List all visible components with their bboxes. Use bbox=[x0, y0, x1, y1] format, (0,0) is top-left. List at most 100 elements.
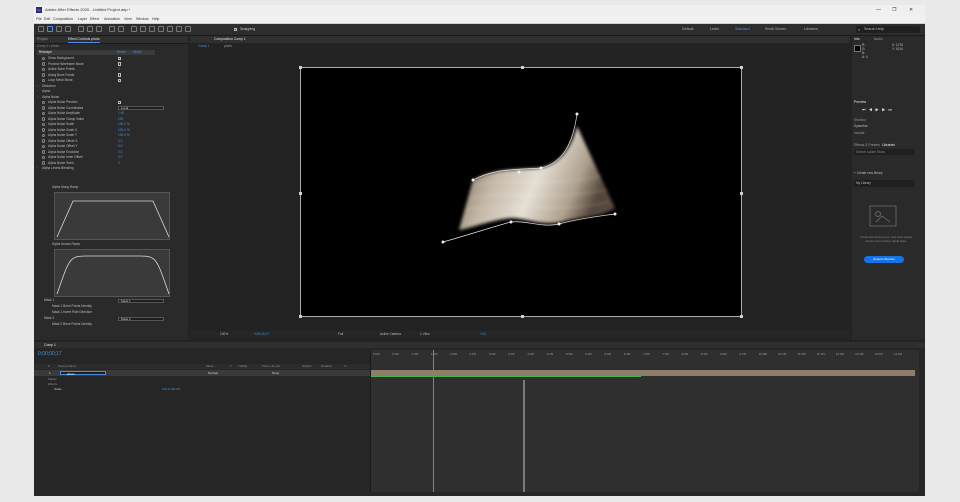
masks-group[interactable]: Masks bbox=[48, 377, 57, 381]
stock-search-field[interactable]: Search Adobe Stock bbox=[854, 149, 914, 155]
mask-property-row[interactable]: Mask 1 Bone Points Density bbox=[34, 304, 188, 309]
tab-libraries[interactable]: Libraries bbox=[882, 142, 895, 148]
property-value[interactable]: 100.0 % bbox=[118, 133, 130, 138]
mask-property-row[interactable]: Mask 1 Mask 1 bbox=[34, 298, 188, 303]
stopwatch-icon[interactable] bbox=[42, 67, 46, 72]
effect-property-row[interactable]: › Alpha Levels Blending bbox=[34, 166, 188, 171]
menu-composition[interactable]: Composition bbox=[53, 16, 73, 22]
hand-tool-icon[interactable] bbox=[56, 26, 62, 32]
resolution-dropdown[interactable]: Full bbox=[338, 332, 343, 337]
effect-property-row[interactable]: Alpha Noise Evolution 0.0 bbox=[34, 150, 188, 155]
twirl-arrow-icon[interactable]: › bbox=[37, 166, 38, 171]
exposure-value[interactable]: +0.0 bbox=[480, 332, 486, 337]
close-button[interactable]: ✕ bbox=[909, 6, 913, 14]
stopwatch-icon[interactable] bbox=[42, 56, 46, 61]
workspace-standard[interactable]: Standard bbox=[735, 27, 750, 31]
tab-comp1-timeline[interactable]: Comp 1 bbox=[44, 342, 56, 348]
tab-effects-presets[interactable]: Effects & Presets bbox=[854, 142, 880, 148]
timeline-track-area[interactable]: 0:00f 0:15f 1:00f 1:15f 2:00f 2:15f 3:00f 3:15f… bbox=[370, 350, 919, 492]
stopwatch-icon[interactable] bbox=[42, 111, 46, 116]
stopwatch-icon[interactable] bbox=[42, 73, 46, 77]
stopwatch-icon[interactable] bbox=[42, 133, 46, 138]
pen-tool-icon[interactable] bbox=[131, 26, 137, 32]
dolly-camera-tool-icon[interactable] bbox=[96, 26, 102, 32]
composition-canvas[interactable] bbox=[299, 66, 743, 318]
clone-stamp-tool-icon[interactable] bbox=[158, 26, 164, 32]
selection-tool-icon[interactable] bbox=[47, 26, 53, 32]
effect-property-row[interactable]: Active Bone Points 0 bbox=[34, 67, 188, 72]
zoom-dropdown[interactable]: 100% bbox=[220, 332, 228, 337]
layer-parent[interactable]: None bbox=[272, 371, 279, 375]
effect-header[interactable]: Reshape Reset About bbox=[37, 50, 155, 55]
effect-property-row[interactable]: Show Background bbox=[34, 56, 188, 61]
transform-handle[interactable] bbox=[521, 66, 524, 69]
layer-mode[interactable]: Normal bbox=[208, 371, 218, 375]
stopwatch-icon[interactable] bbox=[42, 122, 46, 127]
home-tool-icon[interactable] bbox=[38, 26, 44, 32]
tab-composition[interactable]: Composition Comp 1 bbox=[214, 36, 246, 42]
menu-file[interactable]: File bbox=[36, 16, 42, 22]
library-selector[interactable]: My Library bbox=[854, 180, 914, 187]
playback-controls[interactable]: ⏮◀▶▶⏭ bbox=[862, 107, 912, 113]
stopwatch-icon[interactable] bbox=[42, 106, 46, 110]
mask-dropdown[interactable]: Mask 2 bbox=[118, 316, 164, 321]
orbit-camera-tool-icon[interactable] bbox=[78, 26, 84, 32]
scale-property[interactable]: Scale bbox=[54, 387, 62, 391]
roto-brush-tool-icon[interactable] bbox=[176, 26, 182, 32]
stopwatch-icon[interactable] bbox=[42, 78, 46, 83]
reset-link[interactable]: Reset bbox=[117, 50, 125, 55]
stopwatch-icon[interactable] bbox=[42, 128, 46, 132]
mask-property-row[interactable]: Mask 1 Invert Path Direction bbox=[34, 310, 188, 315]
eraser-tool-icon[interactable] bbox=[167, 26, 173, 32]
type-tool-icon[interactable] bbox=[140, 26, 146, 32]
effect-property-row[interactable]: Alpha Noise Scale 100.0 % bbox=[34, 122, 188, 127]
snapping-checkbox[interactable] bbox=[234, 28, 238, 32]
twirl-arrow-icon[interactable]: › bbox=[37, 84, 38, 89]
menu-help[interactable]: Help bbox=[152, 16, 159, 22]
pan-camera-tool-icon[interactable] bbox=[87, 26, 93, 32]
current-time[interactable]: 0;00;00;17 bbox=[254, 332, 269, 337]
scale-value[interactable]: 100.0,100.0% bbox=[162, 387, 181, 391]
property-checkbox[interactable] bbox=[118, 100, 122, 105]
twirl-arrow-icon[interactable]: › bbox=[37, 89, 38, 94]
mask-dropdown[interactable]: Mask 1 bbox=[118, 298, 164, 303]
transform-handle[interactable] bbox=[740, 66, 743, 69]
property-value[interactable]: 1.00 bbox=[118, 111, 124, 116]
current-time-indicator[interactable] bbox=[433, 350, 434, 492]
workspace-libraries[interactable]: Libraries bbox=[804, 27, 818, 31]
stopwatch-icon[interactable] bbox=[42, 62, 46, 66]
stopwatch-icon[interactable] bbox=[42, 144, 46, 149]
explore-libraries-button[interactable]: Explore libraries bbox=[864, 256, 904, 263]
menu-layer[interactable]: Layer bbox=[78, 16, 87, 22]
workspace-learn[interactable]: Learn bbox=[710, 27, 719, 31]
transform-handle[interactable] bbox=[299, 315, 302, 318]
effect-property-row[interactable]: Alpha Noise Scale Y 100.0 % bbox=[34, 133, 188, 138]
property-dropdown[interactable]: Local bbox=[118, 106, 164, 110]
alpha-along-ramp-graph[interactable] bbox=[54, 192, 170, 240]
effect-property-row[interactable]: › Distortion bbox=[34, 84, 188, 89]
menu-effect[interactable]: Effect bbox=[90, 16, 99, 22]
menu-view[interactable]: View bbox=[124, 16, 132, 22]
tab-project[interactable]: Project bbox=[37, 36, 48, 42]
property-checkbox[interactable] bbox=[118, 56, 122, 61]
about-link[interactable]: About bbox=[133, 50, 141, 55]
property-value[interactable]: 0.0 bbox=[118, 144, 122, 149]
effect-property-row[interactable]: Alpha Noise Clamp Value 100 bbox=[34, 117, 188, 122]
menu-animation[interactable]: Animation bbox=[104, 16, 120, 22]
stopwatch-icon[interactable] bbox=[42, 161, 46, 165]
stopwatch-icon[interactable] bbox=[42, 150, 46, 154]
brush-tool-icon[interactable] bbox=[149, 26, 155, 32]
menu-window[interactable]: Window bbox=[136, 16, 149, 22]
effect-property-row[interactable]: › Alpha bbox=[34, 89, 188, 94]
property-value[interactable]: 0 bbox=[118, 161, 120, 166]
property-value[interactable]: 0 bbox=[118, 67, 120, 72]
maximize-button[interactable]: ❐ bbox=[892, 6, 896, 14]
shortcut-dropdown[interactable]: Spacebar bbox=[854, 124, 868, 129]
search-help-field[interactable]: ⌕ Search Help bbox=[856, 26, 920, 33]
effect-property-row[interactable]: › Alpha Noise bbox=[34, 95, 188, 100]
layer-name-field[interactable]: photo bbox=[60, 371, 106, 376]
breadcrumb-layer[interactable]: photo bbox=[224, 44, 232, 49]
transform-handle[interactable] bbox=[299, 66, 302, 69]
stopwatch-icon[interactable] bbox=[42, 155, 46, 160]
create-library-link[interactable]: + Create new library bbox=[854, 171, 883, 176]
